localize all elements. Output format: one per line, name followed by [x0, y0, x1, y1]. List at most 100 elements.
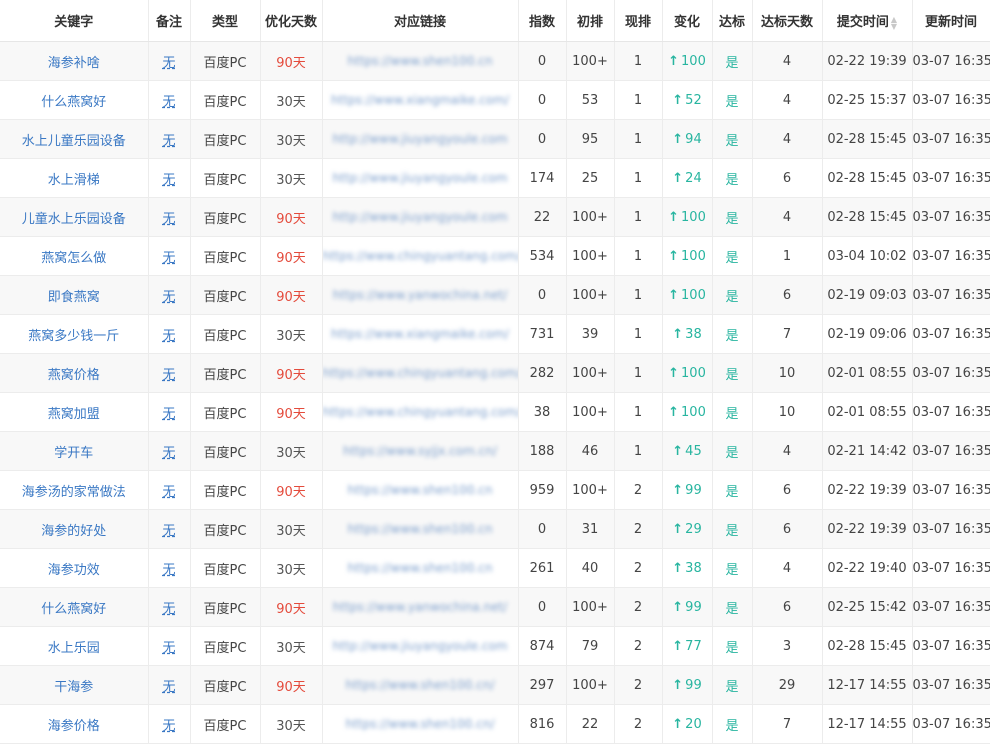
cell-keyword[interactable]: 海参价格: [0, 704, 149, 744]
keyword-link[interactable]: 燕窝价格: [48, 368, 100, 383]
note-link[interactable]: 无: [162, 95, 175, 110]
cell-note[interactable]: 无: [148, 236, 191, 276]
target-url[interactable]: https://www.shen100.cn: [348, 561, 493, 575]
cell-keyword[interactable]: 水上乐园: [0, 626, 149, 666]
note-link[interactable]: 无: [162, 368, 175, 383]
keyword-link[interactable]: 水上儿童乐园设备: [22, 134, 126, 149]
cell-note[interactable]: 无: [148, 548, 191, 588]
target-url[interactable]: https://www.shen100.cn: [348, 522, 493, 536]
cell-note[interactable]: 无: [148, 197, 191, 237]
target-url[interactable]: https://www.chingyuantang.com/: [323, 249, 518, 263]
cell-link[interactable]: https://www.syjjx.com.cn/: [322, 431, 519, 471]
cell-keyword[interactable]: 海参功效: [0, 548, 149, 588]
keyword-link[interactable]: 即食燕窝: [48, 290, 100, 305]
cell-note[interactable]: 无: [148, 392, 191, 432]
cell-keyword[interactable]: 海参的好处: [0, 509, 149, 549]
cell-link[interactable]: https://www.yanwochina.net/: [322, 587, 519, 627]
cell-link[interactable]: https://www.shen100.cn: [322, 470, 519, 510]
cell-link[interactable]: https://www.chingyuantang.com/: [322, 236, 519, 276]
cell-link[interactable]: https://www.yanwochina.net/: [322, 275, 519, 315]
header-submit-time[interactable]: 提交时间 ▲ ▼: [822, 0, 913, 42]
note-link[interactable]: 无: [162, 251, 175, 266]
cell-keyword[interactable]: 海参补啥: [0, 41, 149, 81]
cell-link[interactable]: https://www.shen100.cn/: [322, 704, 519, 744]
cell-link[interactable]: https://www.shen100.cn: [322, 548, 519, 588]
target-url[interactable]: https://www.chingyuantang.com/: [323, 366, 518, 380]
cell-note[interactable]: 无: [148, 158, 191, 198]
note-link[interactable]: 无: [162, 524, 175, 539]
cell-note[interactable]: 无: [148, 275, 191, 315]
cell-note[interactable]: 无: [148, 626, 191, 666]
cell-link[interactable]: http://www.jiuyangyoule.com: [322, 197, 519, 237]
cell-keyword[interactable]: 水上儿童乐园设备: [0, 119, 149, 159]
note-link[interactable]: 无: [162, 680, 175, 695]
keyword-link[interactable]: 水上乐园: [48, 641, 100, 656]
cell-note[interactable]: 无: [148, 509, 191, 549]
target-url[interactable]: https://www.chingyuantang.com/: [323, 405, 518, 419]
note-link[interactable]: 无: [162, 212, 175, 227]
cell-note[interactable]: 无: [148, 470, 191, 510]
target-url[interactable]: https://www.xiangmaike.com/: [331, 93, 509, 107]
target-url[interactable]: http://www.jiuyangyoule.com: [332, 210, 507, 224]
target-url[interactable]: https://www.syjjx.com.cn/: [343, 444, 497, 458]
cell-keyword[interactable]: 燕窝价格: [0, 353, 149, 393]
cell-link[interactable]: https://www.shen100.cn: [322, 509, 519, 549]
note-link[interactable]: 无: [162, 56, 175, 71]
cell-link[interactable]: https://www.shen100.cn: [322, 41, 519, 81]
cell-keyword[interactable]: 什么燕窝好: [0, 80, 149, 120]
keyword-link[interactable]: 燕窝怎么做: [41, 251, 106, 266]
note-link[interactable]: 无: [162, 719, 175, 734]
cell-link[interactable]: https://www.chingyuantang.com/: [322, 392, 519, 432]
cell-note[interactable]: 无: [148, 704, 191, 744]
cell-keyword[interactable]: 燕窝怎么做: [0, 236, 149, 276]
cell-link[interactable]: http://www.jiuyangyoule.com: [322, 119, 519, 159]
cell-link[interactable]: http://www.jiuyangyoule.com: [322, 158, 519, 198]
target-url[interactable]: https://www.shen100.cn: [348, 483, 493, 497]
cell-link[interactable]: https://www.xiangmaike.com/: [322, 80, 519, 120]
cell-note[interactable]: 无: [148, 353, 191, 393]
note-link[interactable]: 无: [162, 602, 175, 617]
keyword-link[interactable]: 海参补啥: [48, 56, 100, 71]
note-link[interactable]: 无: [162, 329, 175, 344]
keyword-link[interactable]: 海参价格: [48, 719, 100, 734]
target-url[interactable]: https://www.xiangmaike.com/: [331, 327, 509, 341]
target-url[interactable]: http://www.jiuyangyoule.com: [332, 132, 507, 146]
note-link[interactable]: 无: [162, 173, 175, 188]
cell-link[interactable]: http://www.jiuyangyoule.com: [322, 626, 519, 666]
cell-keyword[interactable]: 燕窝加盟: [0, 392, 149, 432]
target-url[interactable]: https://www.yanwochina.net/: [333, 288, 507, 302]
target-url[interactable]: https://www.shen100.cn/: [346, 678, 495, 692]
cell-note[interactable]: 无: [148, 41, 191, 81]
keyword-link[interactable]: 儿童水上乐园设备: [22, 212, 126, 227]
note-link[interactable]: 无: [162, 290, 175, 305]
cell-keyword[interactable]: 什么燕窝好: [0, 587, 149, 627]
keyword-link[interactable]: 燕窝加盟: [48, 407, 100, 422]
target-url[interactable]: https://www.shen100.cn: [348, 54, 493, 68]
cell-note[interactable]: 无: [148, 119, 191, 159]
keyword-link[interactable]: 海参功效: [48, 563, 100, 578]
target-url[interactable]: https://www.yanwochina.net/: [333, 600, 507, 614]
keyword-link[interactable]: 学开车: [54, 446, 93, 461]
cell-keyword[interactable]: 燕窝多少钱一斤: [0, 314, 149, 354]
note-link[interactable]: 无: [162, 407, 175, 422]
cell-keyword[interactable]: 儿童水上乐园设备: [0, 197, 149, 237]
keyword-link[interactable]: 什么燕窝好: [41, 95, 106, 110]
keyword-link[interactable]: 水上滑梯: [48, 173, 100, 188]
cell-link[interactable]: https://www.shen100.cn/: [322, 665, 519, 705]
cell-link[interactable]: https://www.chingyuantang.com/: [322, 353, 519, 393]
keyword-link[interactable]: 燕窝多少钱一斤: [28, 329, 119, 344]
cell-note[interactable]: 无: [148, 587, 191, 627]
target-url[interactable]: http://www.jiuyangyoule.com: [332, 171, 507, 185]
cell-note[interactable]: 无: [148, 314, 191, 354]
target-url[interactable]: https://www.shen100.cn/: [346, 717, 495, 731]
cell-note[interactable]: 无: [148, 80, 191, 120]
cell-keyword[interactable]: 干海参: [0, 665, 149, 705]
note-link[interactable]: 无: [162, 485, 175, 500]
cell-link[interactable]: https://www.xiangmaike.com/: [322, 314, 519, 354]
cell-keyword[interactable]: 海参汤的家常做法: [0, 470, 149, 510]
cell-keyword[interactable]: 学开车: [0, 431, 149, 471]
note-link[interactable]: 无: [162, 134, 175, 149]
cell-note[interactable]: 无: [148, 431, 191, 471]
keyword-link[interactable]: 海参汤的家常做法: [22, 485, 126, 500]
keyword-link[interactable]: 海参的好处: [41, 524, 106, 539]
